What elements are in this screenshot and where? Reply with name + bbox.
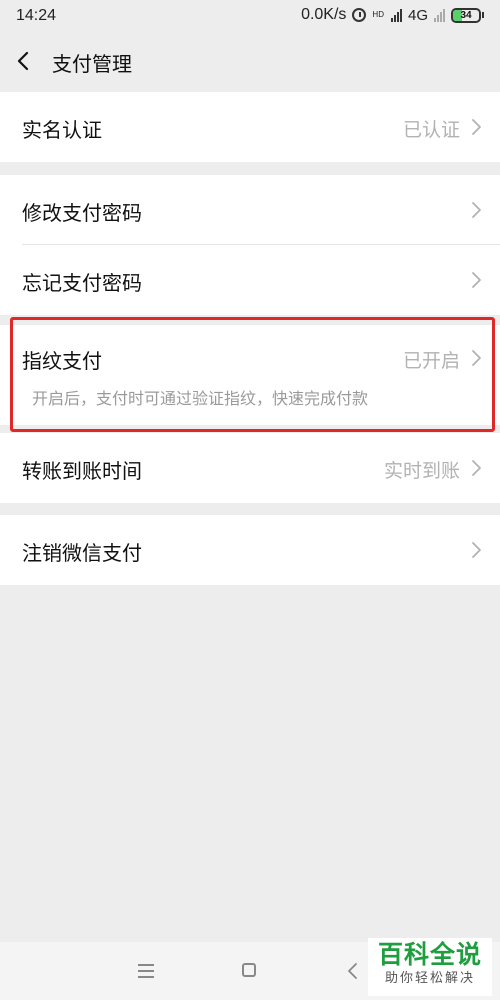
transfer-time-value: 实时到账 (383, 460, 460, 482)
alarm-icon (352, 8, 367, 22)
chevron-left-icon (17, 51, 29, 71)
status-bar: 14:24 0.0K/s HD 4G 34 (0, 0, 500, 32)
chevron-right-icon (471, 541, 482, 559)
row-transfer-time[interactable]: 转账到账时间 实时到账 (0, 433, 500, 503)
hd-label: HD (372, 10, 384, 19)
group-password: 修改支付密码 忘记支付密码 (0, 175, 500, 315)
group-fingerprint: 指纹支付 已开启 开启后，支付时可通过验证指纹，快速完成付款 (0, 325, 500, 425)
row-deregister[interactable]: 注销微信支付 (0, 515, 500, 585)
row-forgot-password[interactable]: 忘记支付密码 (0, 245, 500, 315)
home-square-icon[interactable] (242, 963, 256, 977)
back-triangle-icon[interactable] (346, 961, 360, 981)
signal-icon-secondary (434, 8, 445, 22)
page-title: 支付管理 (52, 52, 132, 76)
row-change-password[interactable]: 修改支付密码 (0, 175, 500, 245)
fingerprint-description: 开启后，支付时可通过验证指纹，快速完成付款 (32, 389, 369, 408)
network-type: 4G (407, 6, 428, 24)
battery-icon: 34 (451, 7, 481, 23)
chevron-right-icon (471, 459, 482, 477)
status-icons: 0.0K/s HD 4G 34 (301, 6, 484, 24)
chevron-right-icon (471, 118, 482, 136)
watermark-sub-text: 助你轻松解决 (384, 971, 475, 986)
forgot-password-label: 忘记支付密码 (22, 271, 142, 295)
battery-tip (482, 12, 484, 18)
real-name-value: 已认证 (402, 119, 460, 141)
change-password-label: 修改支付密码 (22, 201, 142, 225)
group-identity: 实名认证 已认证 (0, 92, 500, 162)
menu-icon[interactable] (138, 964, 154, 978)
chevron-right-icon (471, 271, 482, 289)
transfer-time-label: 转账到账时间 (22, 459, 142, 483)
net-speed: 0.0K/s (301, 6, 347, 23)
row-fingerprint[interactable]: 指纹支付 已开启 开启后，支付时可通过验证指纹，快速完成付款 (0, 325, 500, 425)
group-deregister: 注销微信支付 (0, 515, 500, 585)
nav-bar: 支付管理 (0, 32, 500, 92)
real-name-label: 实名认证 (22, 118, 102, 142)
status-time: 14:24 (16, 7, 57, 24)
fingerprint-value: 已开启 (402, 350, 460, 372)
battery-level: 34 (460, 9, 472, 21)
chevron-right-icon (471, 349, 482, 367)
back-button[interactable] (10, 46, 40, 76)
fingerprint-label: 指纹支付 (22, 349, 102, 373)
chevron-right-icon (471, 201, 482, 219)
watermark-main-text: 百科全说 (377, 940, 482, 969)
group-transfer: 转账到账时间 实时到账 (0, 433, 500, 503)
signal-icon (390, 8, 402, 22)
row-real-name[interactable]: 实名认证 已认证 (0, 92, 500, 162)
deregister-label: 注销微信支付 (22, 541, 142, 565)
watermark-logo: 百科全说 助你轻松解决 (368, 938, 492, 996)
